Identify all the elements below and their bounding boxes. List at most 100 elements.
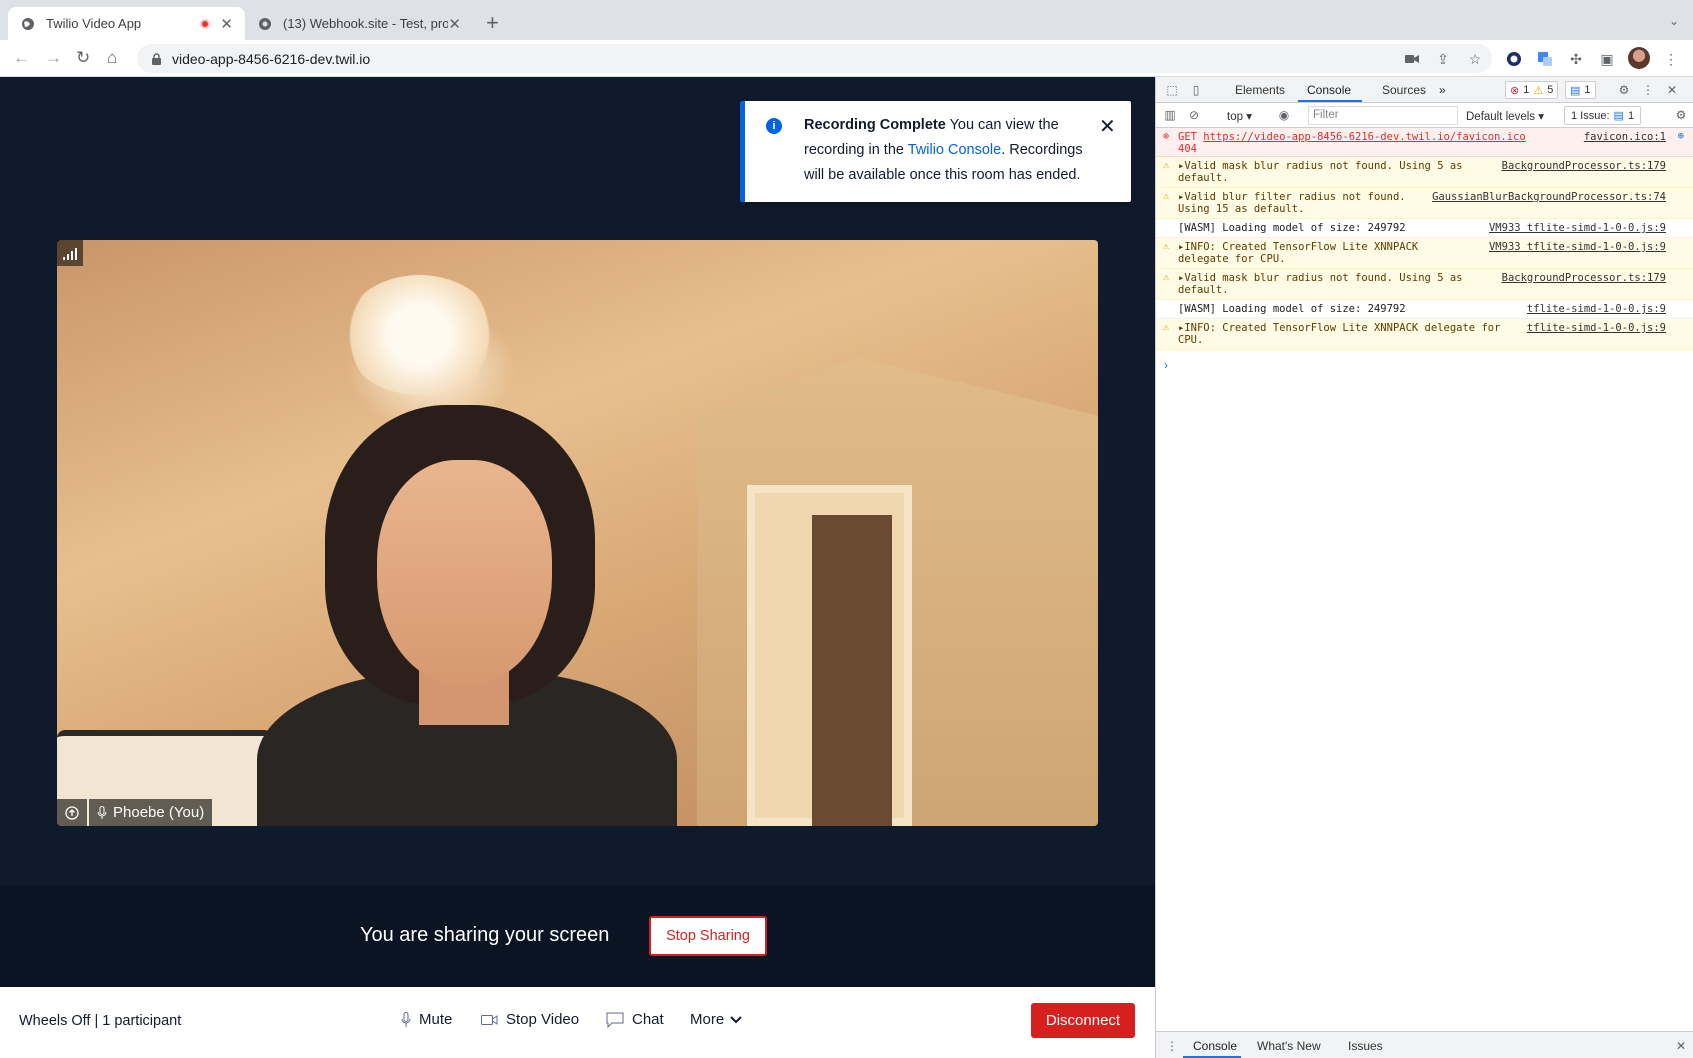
log-source-link[interactable]: VM933 tflite-simd-1-0-0.js:9 — [1489, 222, 1666, 234]
tab-console[interactable]: Console — [1307, 83, 1351, 97]
message-counts[interactable]: ▤ 1 — [1565, 81, 1596, 99]
bookmark-star-icon[interactable]: ☆ — [1466, 50, 1484, 68]
log-message: ▸Valid mask blur radius not found. Using… — [1178, 272, 1463, 296]
console-log-entry[interactable]: ⚠ ▸Valid blur filter radius not found. U… — [1156, 188, 1693, 219]
settings-gear-icon[interactable]: ⚙ — [1616, 82, 1632, 98]
log-source-link[interactable]: BackgroundProcessor.ts:179 — [1502, 160, 1666, 172]
drawer-tab-whats-new[interactable]: What's New — [1257, 1039, 1321, 1053]
disconnect-button[interactable]: Disconnect — [1031, 1003, 1135, 1038]
forward-button[interactable]: → — [45, 48, 62, 68]
participant-name-label: Phoebe (You) — [89, 799, 213, 826]
console-log-entry[interactable]: ⚠ ▸INFO: Created TensorFlow Lite XNNPACK… — [1156, 238, 1693, 269]
close-drawer-icon[interactable]: ✕ — [1676, 1039, 1686, 1053]
recording-notification: i Recording Complete You can view the re… — [740, 101, 1131, 202]
tab-twilio-video-app[interactable]: Twilio Video App ✕ — [8, 7, 245, 40]
address-bar[interactable]: video-app-8456-6216-dev.twil.io — [137, 44, 1492, 73]
info-icon: i — [766, 118, 782, 134]
twilio-console-link[interactable]: Twilio Console — [908, 142, 1002, 158]
log-text-line2: Using 15 as default. — [1178, 203, 1305, 215]
console-log-entry: [WASM] Loading model of size: 249792 VM9… — [1156, 219, 1693, 238]
clear-console-icon[interactable]: ⊘ — [1186, 107, 1202, 123]
stop-video-button[interactable]: Stop Video — [481, 1011, 579, 1028]
log-source-link[interactable]: favicon.ico:1 — [1584, 131, 1666, 143]
console-prompt-icon[interactable]: › — [1164, 358, 1168, 372]
log-source-link[interactable]: BackgroundProcessor.ts:179 — [1502, 272, 1666, 284]
drawer-menu-icon[interactable]: ⋮ — [1166, 1039, 1178, 1053]
close-tab-icon[interactable]: ✕ — [220, 15, 233, 33]
log-source-link[interactable]: tflite-simd-1-0-0.js:9 — [1527, 322, 1666, 334]
translate-icon[interactable] — [1536, 50, 1554, 68]
console-log-entry[interactable]: ⚠ ▸Valid mask blur radius not found. Usi… — [1156, 157, 1693, 188]
close-tab-icon[interactable]: ✕ — [448, 15, 461, 33]
reload-button[interactable]: ↻ — [76, 48, 90, 68]
eye-icon[interactable]: ◉ — [1276, 107, 1292, 123]
error-icon: ⊗ — [1163, 131, 1170, 142]
log-text: Valid mask blur radius not found. Using … — [1184, 272, 1463, 284]
log-source-link[interactable]: VM933 tflite-simd-1-0-0.js:9 — [1489, 241, 1666, 253]
log-levels-dropdown[interactable]: Default levels ▾ — [1466, 109, 1544, 123]
stop-sharing-button[interactable]: Stop Sharing — [649, 916, 767, 956]
mute-button[interactable]: Mute — [401, 1011, 452, 1028]
microphone-icon — [401, 1011, 411, 1027]
mute-label: Mute — [419, 1011, 453, 1028]
drawer-tab-console[interactable]: Console — [1193, 1039, 1237, 1053]
issue-icon: ▤ — [1613, 110, 1624, 122]
profile-avatar[interactable] — [1628, 47, 1650, 69]
log-message: GET https://video-app-8456-6216-dev.twil… — [1178, 131, 1526, 155]
network-icon[interactable]: ⊕ — [1678, 130, 1684, 142]
tab-elements[interactable]: Elements — [1235, 83, 1285, 97]
browser-tab-strip: Twilio Video App ✕ (13) Webhook.site - T… — [0, 0, 1693, 40]
console-log-entry: [WASM] Loading model of size: 249792 tfl… — [1156, 300, 1693, 319]
more-button[interactable]: More — [690, 1011, 742, 1028]
drawer-tab-issues[interactable]: Issues — [1348, 1039, 1383, 1053]
active-tab-indicator — [1298, 100, 1362, 102]
globe-icon — [20, 16, 36, 32]
console-filter-input[interactable]: Filter — [1308, 106, 1458, 125]
device-toolbar-icon[interactable]: ▯ — [1188, 82, 1204, 98]
tab-sources[interactable]: Sources — [1382, 83, 1426, 97]
log-text-line2: 404 — [1178, 143, 1197, 155]
console-log-entry: ⊗ GET https://video-app-8456-6216-dev.tw… — [1156, 128, 1693, 157]
microphone-icon — [97, 805, 107, 819]
log-link[interactable]: https://video-app-8456-6216-dev.twil.io/… — [1203, 131, 1525, 143]
extension-circle-icon[interactable] — [1505, 50, 1523, 68]
inspect-element-icon[interactable]: ⬚ — [1164, 82, 1180, 98]
browser-menu-icon[interactable]: ⋮ — [1662, 50, 1680, 68]
extensions-puzzle-icon[interactable]: ✣ — [1567, 50, 1585, 68]
share-icon[interactable]: ⇪ — [1434, 50, 1452, 68]
chat-button[interactable]: Chat — [606, 1011, 664, 1028]
console-log-entry[interactable]: ⚠ ▸Valid mask blur radius not found. Usi… — [1156, 269, 1693, 300]
room-doorway — [812, 515, 892, 826]
lock-icon — [152, 52, 161, 65]
back-button[interactable]: ← — [13, 48, 30, 68]
video-app: Phoebe (You) i Recording Complete You ca… — [0, 77, 1155, 1058]
close-icon[interactable]: ✕ — [1099, 114, 1116, 139]
notification-title: Recording Complete — [804, 117, 946, 133]
tab-search-chevron-icon[interactable]: ⌄ — [1669, 14, 1679, 28]
context-selector[interactable]: top ▾ — [1227, 109, 1252, 123]
console-settings-gear-icon[interactable]: ⚙ — [1673, 107, 1689, 123]
more-tabs-icon[interactable]: » — [1439, 83, 1446, 97]
log-source-link[interactable]: tflite-simd-1-0-0.js:9 — [1527, 303, 1666, 315]
devtools-menu-icon[interactable]: ⋮ — [1640, 82, 1656, 98]
issues-button[interactable]: 1 Issue: ▤ 1 — [1564, 106, 1642, 125]
close-devtools-icon[interactable]: ✕ — [1664, 82, 1680, 98]
url-text: video-app-8456-6216-dev.twil.io — [172, 50, 371, 67]
home-button[interactable]: ⌂ — [107, 48, 117, 68]
devtools-tabbar: ⬚ ▯ Elements Console Sources » ⊗ 1 ⚠ 5 ▤ 1 … — [1156, 77, 1693, 103]
new-tab-button[interactable]: + — [486, 12, 499, 34]
pin-icon[interactable] — [57, 799, 87, 826]
context-label: top — [1227, 111, 1243, 123]
message-icon: ▤ — [1570, 84, 1581, 97]
side-panel-icon[interactable]: ▣ — [1598, 50, 1616, 68]
error-count: 1 — [1523, 84, 1530, 96]
log-message: [WASM] Loading model of size: 249792 — [1178, 303, 1406, 315]
menu-bar: Wheels Off | 1 participant Mute Stop Video… — [0, 987, 1155, 1058]
camera-in-use-icon[interactable] — [1403, 50, 1421, 68]
tab-webhook-site[interactable]: (13) Webhook.site - Test, process ✕ — [245, 7, 473, 40]
log-source-link[interactable]: GaussianBlurBackgroundProcessor.ts:74 — [1432, 191, 1666, 203]
error-warning-counts[interactable]: ⊗ 1 ⚠ 5 — [1505, 81, 1559, 99]
console-filter-bar: ▥ ⊘ top ▾ ◉ Filter Default levels ▾ 1 Is… — [1156, 103, 1693, 128]
console-log-entry[interactable]: ⚠ ▸INFO: Created TensorFlow Lite XNNPACK… — [1156, 319, 1693, 350]
sidebar-toggle-icon[interactable]: ▥ — [1162, 107, 1178, 123]
